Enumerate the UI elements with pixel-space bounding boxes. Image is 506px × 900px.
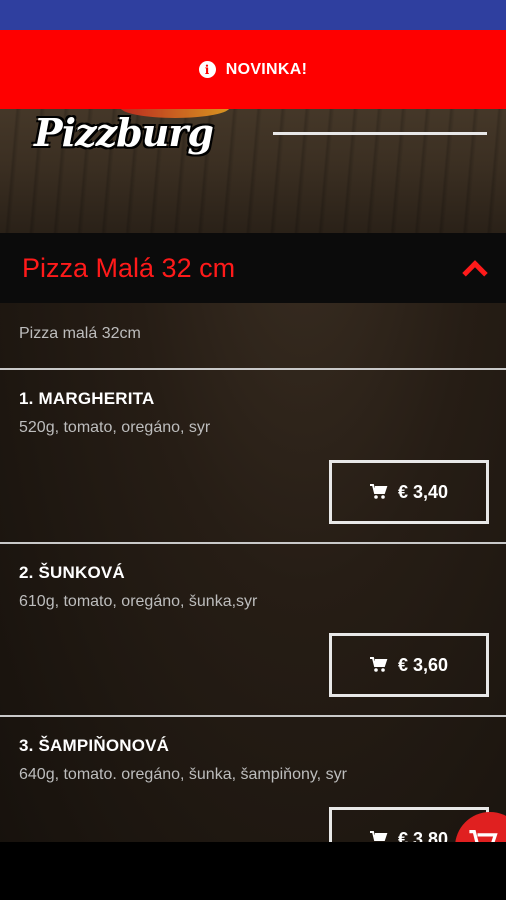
menu-item-price: € 3,40 [397, 481, 449, 502]
logo-text: Pizzburg [34, 110, 214, 155]
menu-item-description: 640g, tomato. oregáno, šunka, šampiňony,… [19, 766, 347, 783]
add-to-cart-button[interactable]: € 3,40 [329, 460, 489, 524]
menu-item-description: 520g, tomato, oregáno, syr [19, 419, 211, 436]
menu-item: 1. MARGHERITA 520g, tomato, oregáno, syr… [0, 370, 506, 542]
menu-item-name: 3. ŠAMPIŇONOVÁ [19, 736, 170, 755]
search-input[interactable] [273, 132, 487, 135]
cart-icon [369, 484, 388, 499]
novinka-banner[interactable]: i NOVINKA! [0, 30, 506, 109]
menu-item-price: € 3,60 [397, 654, 449, 675]
chevron-up-icon[interactable] [460, 255, 486, 281]
category-description: Pizza malá 32cm [0, 303, 506, 369]
menu-item-name: 2. ŠUNKOVÁ [19, 563, 125, 582]
category-description-text: Pizza malá 32cm [19, 325, 141, 342]
category-header[interactable]: Pizza Malá 32 cm [0, 233, 506, 303]
pizzburg-logo[interactable]: Pizzburg [30, 96, 230, 164]
app-screen: Pizzburg i NOVINKA! Pizza Malá 32 cm Piz… [0, 0, 506, 900]
category-title: Pizza Malá 32 cm [22, 252, 236, 283]
menu-item-description: 610g, tomato, oregáno, šunka,syr [19, 593, 258, 610]
info-icon: i [198, 61, 216, 78]
novinka-label: NOVINKA! [225, 60, 308, 78]
navigation-bar [0, 842, 506, 900]
cart-icon [369, 657, 388, 672]
status-bar [0, 0, 506, 30]
menu-item-name: 1. MARGHERITA [19, 389, 155, 408]
add-to-cart-button[interactable]: € 3,60 [329, 633, 489, 697]
menu-item: 2. ŠUNKOVÁ 610g, tomato, oregáno, šunka,… [0, 544, 506, 716]
